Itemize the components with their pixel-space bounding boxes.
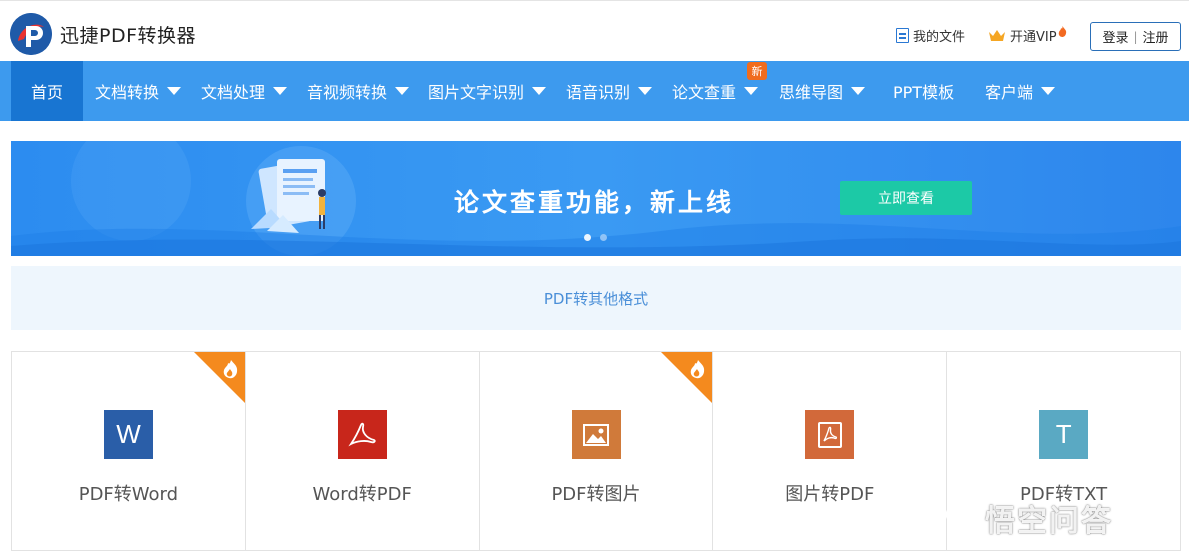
nav-item-mindmap[interactable]: 思维导图 (779, 61, 866, 121)
crown-icon (989, 30, 1005, 41)
document-icon (896, 28, 909, 43)
caret-down-icon (1041, 87, 1056, 95)
register-link[interactable]: 注册 (1143, 27, 1169, 46)
nav-item-ppt[interactable]: PPT模板 (893, 61, 954, 121)
word-icon: W (104, 410, 153, 459)
document-illustration-icon (251, 159, 326, 233)
nav-item-doc-convert[interactable]: 文档转换 (95, 61, 182, 121)
carousel-dot-1[interactable] (584, 234, 591, 241)
card-pdf-to-word[interactable]: W PDF转Word (12, 352, 246, 550)
caret-down-icon (167, 87, 182, 95)
nav-item-doc-process[interactable]: 文档处理 (201, 61, 288, 121)
nav-label: 图片文字识别 (428, 83, 525, 102)
caret-down-icon (638, 87, 653, 95)
card-label: PDF转图片 (551, 484, 641, 505)
nav-label: 文档处理 (201, 83, 266, 102)
main-nav: 首页 文档转换 文档处理 音视频转换 图片文字识别 语音识别 论文查重 思维导图… (0, 61, 1189, 121)
nav-label: 语音识别 (566, 83, 631, 102)
nav-item-home[interactable]: 首页 (11, 61, 83, 121)
nav-item-plagiarism[interactable]: 论文查重 (672, 61, 759, 121)
card-image-to-pdf[interactable]: 图片转PDF (713, 352, 948, 550)
card-label: Word转PDF (312, 484, 412, 505)
top-header: 迅捷PDF转换器 我的文件 开通VIP 登录 | 注册 (0, 0, 1189, 61)
acrobat-icon (337, 410, 387, 459)
brand-name[interactable]: 迅捷PDF转换器 (60, 21, 196, 48)
login-link[interactable]: 登录 (1102, 27, 1128, 46)
card-pdf-to-image[interactable]: PDF转图片 (479, 352, 714, 550)
nav-item-av-convert[interactable]: 音视频转换 (307, 61, 410, 121)
app-logo[interactable] (10, 13, 52, 55)
nav-label: 思维导图 (779, 83, 844, 102)
nav-label: 论文查重 (672, 83, 737, 102)
nav-label: 音视频转换 (307, 83, 388, 102)
nav-item-speech[interactable]: 语音识别 (566, 61, 653, 121)
section-title: PDF转其他格式 (543, 289, 649, 308)
card-label: 图片转PDF (785, 484, 875, 505)
vip-label: 开通VIP (1010, 30, 1057, 45)
banner-title: 论文查重功能，新上线 (454, 188, 735, 217)
caret-down-icon (395, 87, 410, 95)
caret-down-icon (273, 87, 288, 95)
caret-down-icon (851, 87, 866, 95)
nav-item-ocr[interactable]: 图片文字识别 (428, 61, 547, 121)
card-word-to-pdf[interactable]: Word转PDF (245, 352, 480, 550)
view-now-button[interactable]: 立即查看 (840, 181, 972, 215)
promo-banner[interactable]: 论文查重功能，新上线 立即查看 (11, 141, 1181, 256)
login-register-box: 登录 | 注册 (1090, 22, 1181, 51)
new-badge: 新 (747, 62, 767, 80)
card-label: PDF转Word (78, 484, 179, 505)
nav-label: PPT模板 (893, 83, 955, 102)
flame-icon (1058, 26, 1066, 37)
nav-item-client[interactable]: 客户端 (985, 61, 1056, 121)
my-files-link[interactable]: 我的文件 (896, 26, 965, 45)
chat-bubble-icon (945, 505, 979, 531)
pdf-doc-icon (805, 410, 855, 459)
caret-down-icon (532, 87, 547, 95)
nav-label: 首页 (30, 83, 63, 102)
text-icon: T (1039, 410, 1089, 459)
caret-down-icon (744, 87, 759, 95)
section-header: PDF转其他格式 (11, 266, 1181, 330)
hot-fire-icon (661, 352, 713, 403)
my-files-label: 我的文件 (913, 30, 966, 45)
vip-link[interactable]: 开通VIP (988, 26, 1067, 45)
image-icon (571, 410, 621, 459)
hot-fire-icon (193, 352, 245, 403)
watermark-text: 悟空问答 (985, 504, 1113, 539)
watermark: 悟空问答 (945, 498, 1113, 539)
separator: | (1133, 29, 1138, 44)
nav-label: 文档转换 (95, 83, 160, 102)
carousel-dot-2[interactable] (600, 234, 607, 241)
nav-label: 客户端 (985, 83, 1034, 102)
